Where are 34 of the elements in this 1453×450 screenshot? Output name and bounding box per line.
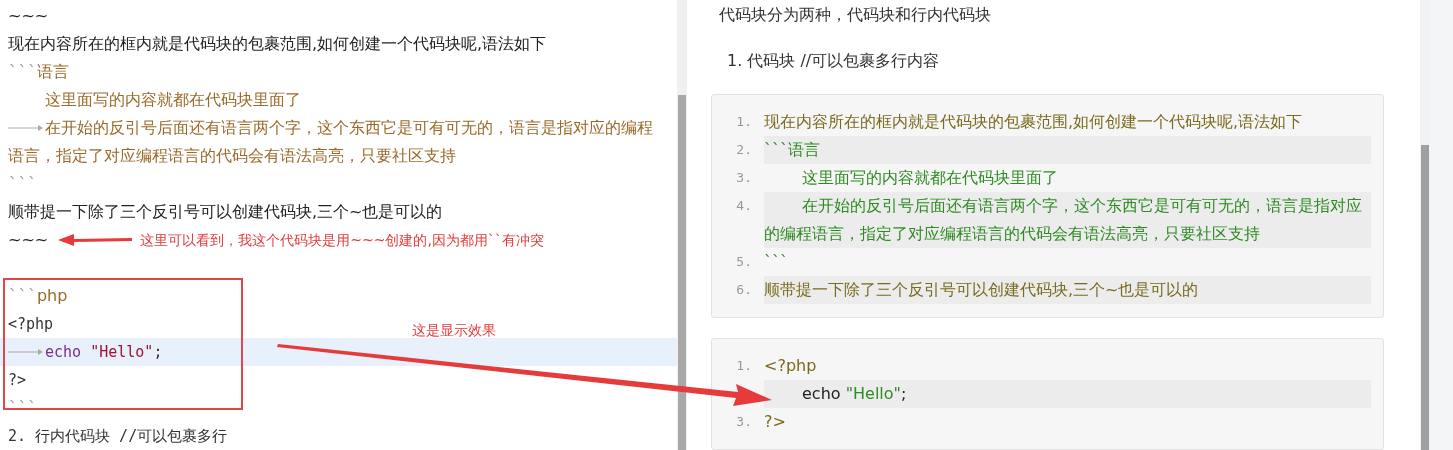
code-line: 这里面写的内容就都在代码块里面了 xyxy=(801,167,1059,189)
code-line: <?php xyxy=(764,355,818,377)
editor-line: ``` xyxy=(8,398,37,417)
editor-line: <?php xyxy=(8,314,54,333)
annotation-text: 这里可以看到，我这个代码块是用~~~创建的,因为都用``有冲突 xyxy=(140,231,544,250)
editor-line: 在开始的反引号后面还有语言两个字，这个东西它是可有可无的，语言是指对应的编程语言，指定了对应编程语言的代码会有语法高亮，只要社区支持 xyxy=(8,118,653,165)
line-number: 1. xyxy=(736,358,752,373)
editor-line: ~~~ xyxy=(8,6,49,25)
editor-line: ``` xyxy=(8,174,37,193)
list-item: 1. 代码块 //可以包裹多行内容 xyxy=(727,50,941,72)
line-number: 3. xyxy=(736,414,752,429)
editor-line: ~~~ xyxy=(8,230,49,249)
scrollbar[interactable] xyxy=(677,0,687,450)
line-number: 4. xyxy=(736,198,752,213)
intro-text: 代码块分为两种，代码块和行内代码块 xyxy=(719,4,992,26)
annotation-text: 这是显示效果 xyxy=(412,322,496,340)
line-number: 6. xyxy=(736,282,752,297)
editor-line: ?> xyxy=(8,370,27,389)
editor-line: ```语言 xyxy=(8,62,69,81)
editor-line: 顺带提一下除了三个反引号可以创建代码块,三个~也是可以的 xyxy=(8,202,443,221)
scrollbar[interactable] xyxy=(1420,0,1430,450)
editor-line: echo "Hello"; xyxy=(45,342,163,361)
code-line: ``` xyxy=(764,251,789,273)
arrow-icon xyxy=(58,233,133,247)
line-number: 1. xyxy=(736,114,752,129)
code-line: 现在内容所在的框内就是代码块的包裹范围,如何创建一个代码块呢,语法如下 xyxy=(764,111,1304,133)
editor-line: 现在内容所在的框内就是代码块的包裹范围,如何创建一个代码块呢,语法如下 xyxy=(8,34,547,53)
editor-line: ```php xyxy=(8,286,68,305)
line-number: 2. xyxy=(736,142,752,157)
editor-line: 这里面写的内容就都在代码块里面了 xyxy=(45,90,301,109)
line-number: 5. xyxy=(736,254,752,269)
editor-line: 2. 行内代码块 //可以包裹多行 xyxy=(8,426,228,445)
line-number: 3. xyxy=(736,170,752,185)
code-line: ?> xyxy=(764,411,787,433)
